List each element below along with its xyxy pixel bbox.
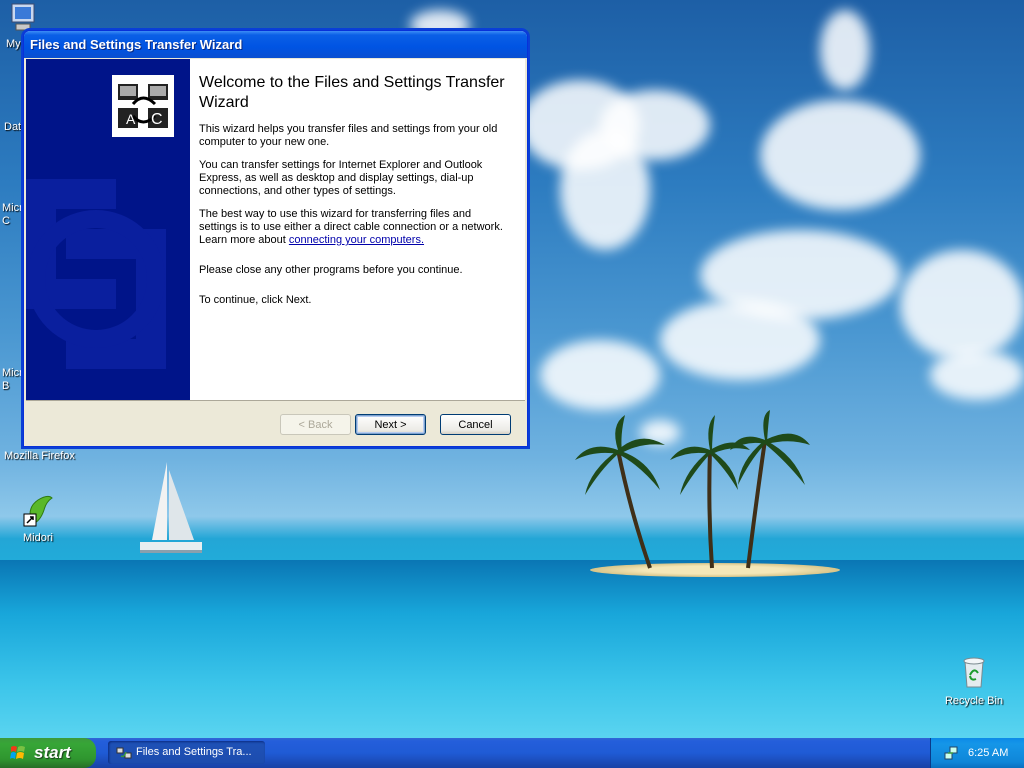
wizard-window[interactable]: Files and Settings Transfer Wizard A C W… xyxy=(23,30,528,447)
start-button[interactable]: start xyxy=(0,738,96,768)
cloud xyxy=(930,350,1024,400)
desktop-icon-label: Dat xyxy=(4,121,22,133)
wizard-paragraph-1: This wizard helps you transfer files and… xyxy=(199,123,498,148)
start-label: start xyxy=(34,743,71,762)
cloud xyxy=(900,250,1024,360)
wizard-footer: < Back Next > Cancel xyxy=(26,400,525,445)
wizard-side-panel: A C xyxy=(26,59,190,400)
wizard-logo-icon: A C xyxy=(112,75,174,137)
sailboat xyxy=(140,462,202,553)
cancel-button[interactable]: Cancel xyxy=(440,414,511,435)
desktop-icon-label: My xyxy=(6,38,21,50)
wizard-content: Welcome to the Files and Settings Transf… xyxy=(199,73,509,317)
desktop-icon-label: Micr C xyxy=(2,202,23,227)
recycle-bin-icon xyxy=(963,657,985,688)
svg-text:A: A xyxy=(126,111,136,127)
windows-flag-icon xyxy=(10,746,25,759)
desktop-icon-label: Mozilla Firefox xyxy=(4,450,75,462)
desktop-icon-midori[interactable]: Midori xyxy=(6,494,70,544)
taskbar: start Files and Settings Tra... 6:25 AM xyxy=(0,738,1024,768)
next-button[interactable]: Next > xyxy=(355,414,426,435)
cloud xyxy=(820,10,870,90)
connecting-computers-link[interactable]: connecting your computers. xyxy=(289,234,424,246)
cloud xyxy=(760,100,920,210)
window-title: Files and Settings Transfer Wizard xyxy=(30,37,243,52)
midori-icon xyxy=(23,495,53,527)
sea xyxy=(0,560,1024,738)
wizard-heading: Welcome to the Files and Settings Transf… xyxy=(199,74,505,111)
cloud xyxy=(660,300,820,380)
cloud xyxy=(540,340,660,410)
network-icon[interactable] xyxy=(944,745,960,761)
desktop-icon-recycle-bin[interactable]: Recycle Bin xyxy=(936,655,1012,707)
cloud xyxy=(600,90,710,160)
desktop-icon-label: Micr B xyxy=(2,367,23,392)
window-titlebar[interactable]: Files and Settings Transfer Wizard xyxy=(24,31,527,58)
palm-trees xyxy=(575,410,810,569)
wizard-body: A C Welcome to the Files and Settings Tr… xyxy=(26,59,525,400)
wizard-watermark-icon xyxy=(26,179,166,369)
wizard-paragraph-2: You can transfer settings for Internet E… xyxy=(199,159,483,197)
system-tray: 6:25 AM xyxy=(930,738,1024,768)
taskbar-button-label: Files and Settings Tra... xyxy=(136,746,252,758)
taskbar-button-wizard[interactable]: Files and Settings Tra... xyxy=(108,741,265,764)
clock[interactable]: 6:25 AM xyxy=(968,738,1008,768)
desktop-icon-label: Midori xyxy=(23,532,53,544)
desktop-icon-label: Recycle Bin xyxy=(944,695,1004,707)
wizard-paragraph-3: The best way to use this wizard for tran… xyxy=(199,208,509,247)
wizard-paragraph-5: To continue, click Next. xyxy=(199,294,312,306)
transfer-wizard-icon xyxy=(116,747,132,759)
svg-text:C: C xyxy=(151,111,163,128)
wizard-paragraph-4: Please close any other programs before y… xyxy=(199,264,463,276)
back-button[interactable]: < Back xyxy=(280,414,351,435)
